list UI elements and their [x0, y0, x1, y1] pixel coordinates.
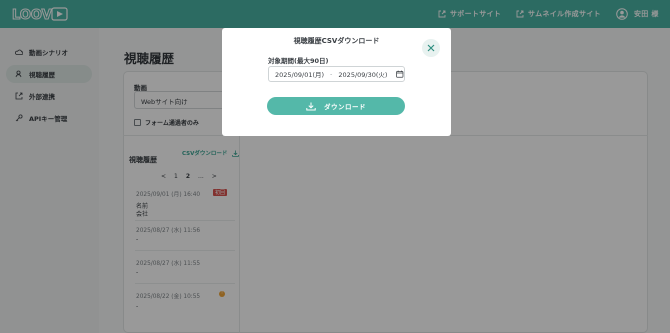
- download-button[interactable]: ダウンロード: [267, 97, 405, 115]
- csv-download-modal: 視聴履歴CSVダウンロード 対象期間(最大90日) 2025/09/01(月) …: [222, 28, 451, 136]
- close-icon: [427, 44, 435, 52]
- start-date[interactable]: 2025/09/01(月): [275, 69, 324, 79]
- download-label: ダウンロード: [324, 103, 366, 111]
- date-range-input[interactable]: 2025/09/01(月) - 2025/09/30(火): [268, 66, 405, 82]
- end-date[interactable]: 2025/09/30(火): [338, 69, 387, 79]
- modal-title: 視聴履歴CSVダウンロード: [293, 37, 380, 45]
- calendar-icon[interactable]: [396, 70, 404, 78]
- close-button[interactable]: [422, 39, 440, 57]
- date-separator: -: [330, 70, 333, 78]
- period-label: 対象期間(最大90日): [268, 57, 329, 65]
- download-icon: [306, 102, 316, 110]
